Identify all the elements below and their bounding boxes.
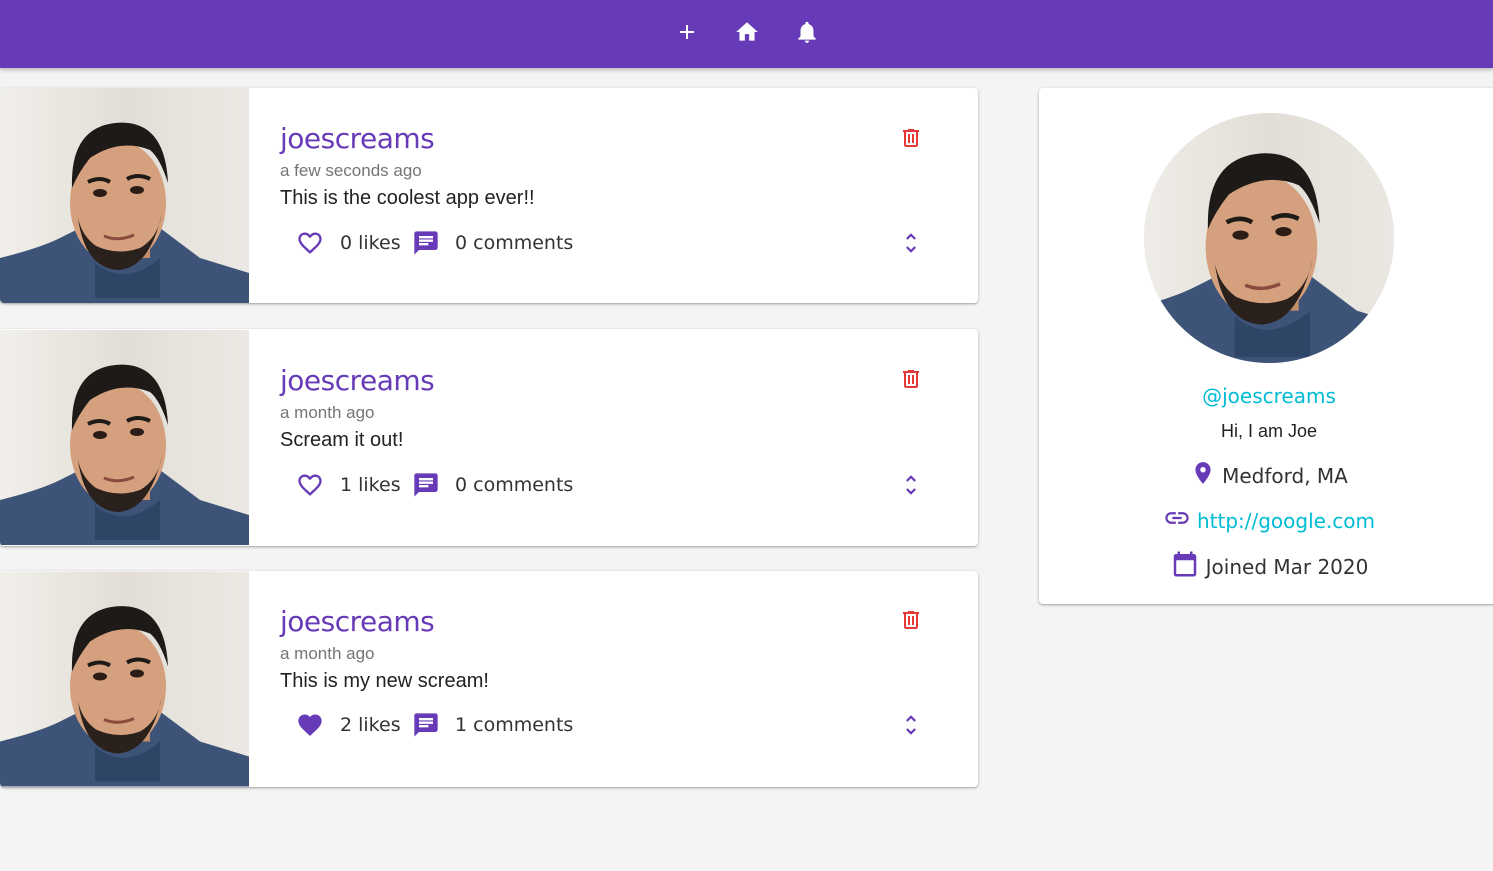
joined-text: Joined Mar 2020 bbox=[1205, 554, 1369, 579]
likes-count: 1 likes bbox=[340, 474, 401, 496]
trash-icon bbox=[899, 126, 923, 155]
location-pin-icon bbox=[1190, 460, 1222, 491]
post-body: This is the coolest app ever!! bbox=[280, 187, 535, 209]
heart-outline-icon bbox=[296, 229, 324, 262]
profile-location: Medford, MA bbox=[1039, 460, 1493, 491]
likes-count: 0 likes bbox=[340, 232, 401, 254]
unfold-more-icon bbox=[898, 472, 924, 503]
expand-button[interactable] bbox=[893, 709, 929, 745]
profile-joined: Joined Mar 2020 bbox=[1039, 549, 1493, 584]
scream-card: joescreams a month ago This is my new sc… bbox=[0, 571, 978, 787]
delete-button[interactable] bbox=[896, 607, 926, 637]
profile-website: http://google.com bbox=[1039, 504, 1493, 537]
unlike-button[interactable] bbox=[292, 709, 328, 745]
profile-handle-link[interactable]: @joescreams bbox=[1039, 384, 1493, 408]
user-photo bbox=[0, 571, 249, 787]
calendar-icon bbox=[1170, 549, 1206, 584]
user-photo bbox=[0, 88, 249, 303]
chat-icon bbox=[412, 229, 440, 262]
expand-button[interactable] bbox=[893, 469, 929, 505]
website-link[interactable]: http://google.com bbox=[1197, 509, 1375, 533]
unfold-more-icon bbox=[898, 230, 924, 261]
expand-button[interactable] bbox=[893, 227, 929, 263]
app-bar bbox=[0, 0, 1493, 68]
post-body: Scream it out! bbox=[280, 429, 404, 451]
comments-count: 1 comments bbox=[455, 714, 574, 736]
like-button[interactable] bbox=[292, 469, 328, 505]
chat-icon bbox=[412, 711, 440, 744]
notifications-icon bbox=[794, 19, 820, 50]
profile-avatar[interactable] bbox=[1144, 113, 1394, 363]
post-time: a month ago bbox=[280, 403, 375, 422]
heart-filled-icon bbox=[296, 711, 324, 744]
plus-icon bbox=[675, 20, 699, 49]
trash-icon bbox=[899, 608, 923, 637]
post-body: This is my new scream! bbox=[280, 670, 489, 692]
user-photo bbox=[0, 329, 249, 546]
profile-card: @joescreams Hi, I am Joe Medford, MA htt… bbox=[1039, 88, 1493, 604]
profile-bio: Hi, I am Joe bbox=[1220, 421, 1318, 441]
heart-outline-icon bbox=[296, 471, 324, 504]
comments-count: 0 comments bbox=[455, 232, 574, 254]
location-text: Medford, MA bbox=[1222, 463, 1348, 488]
add-post-button[interactable] bbox=[657, 6, 717, 62]
home-icon bbox=[734, 19, 760, 50]
post-username-link[interactable]: joescreams bbox=[280, 122, 435, 155]
post-username-link[interactable]: joescreams bbox=[280, 364, 435, 397]
likes-count: 2 likes bbox=[340, 714, 401, 736]
unfold-more-icon bbox=[898, 712, 924, 743]
comments-button[interactable] bbox=[408, 227, 444, 263]
post-time: a few seconds ago bbox=[280, 161, 422, 180]
delete-button[interactable] bbox=[896, 366, 926, 396]
home-button[interactable] bbox=[717, 6, 777, 62]
like-button[interactable] bbox=[292, 227, 328, 263]
post-username-link[interactable]: joescreams bbox=[280, 605, 435, 638]
notifications-button[interactable] bbox=[777, 6, 837, 62]
comments-button[interactable] bbox=[408, 469, 444, 505]
chat-icon bbox=[412, 471, 440, 504]
comments-button[interactable] bbox=[408, 709, 444, 745]
post-time: a month ago bbox=[280, 644, 375, 663]
comments-count: 0 comments bbox=[455, 474, 574, 496]
scream-card: joescreams a few seconds ago This is the… bbox=[0, 88, 978, 303]
scream-card: joescreams a month ago Scream it out! 1 … bbox=[0, 329, 978, 546]
link-icon bbox=[1163, 504, 1197, 537]
delete-button[interactable] bbox=[896, 125, 926, 155]
trash-icon bbox=[899, 367, 923, 396]
